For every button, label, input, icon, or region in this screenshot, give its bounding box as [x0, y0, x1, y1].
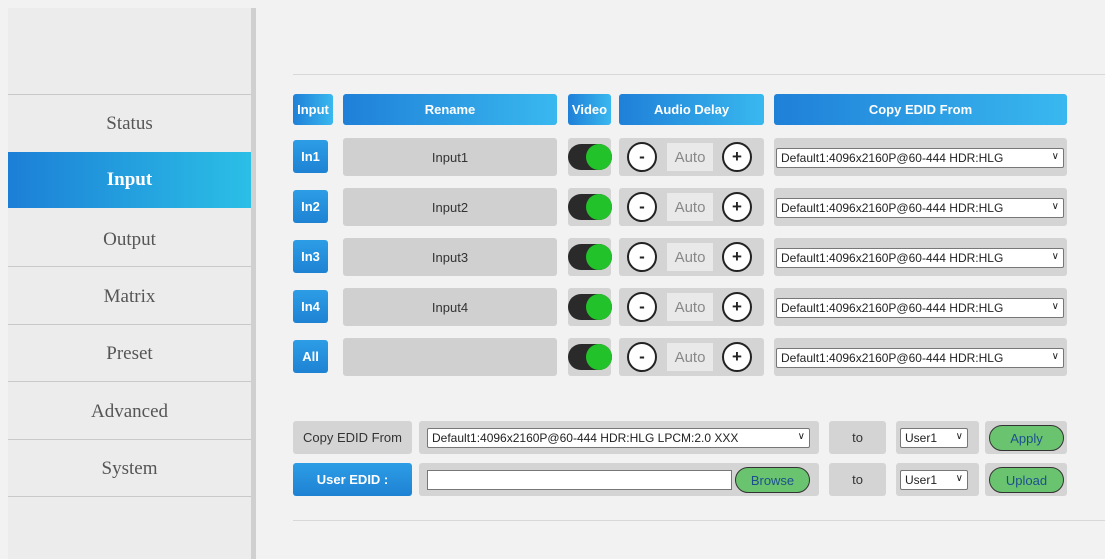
nav-separator — [8, 94, 251, 95]
toggle-knob — [586, 144, 612, 170]
chevron-down-icon: ∨ — [797, 431, 805, 442]
sidebar-item-system[interactable]: System — [8, 441, 251, 497]
toggle-knob — [586, 194, 612, 220]
browse-button[interactable]: Browse — [735, 467, 810, 493]
user-edid-target-select[interactable]: User1 ∨ — [900, 470, 968, 490]
video-toggle[interactable] — [568, 144, 612, 170]
chevron-down-icon: ∨ — [955, 473, 963, 484]
to-label: to — [829, 421, 886, 454]
copy-edid-label: Copy EDID From — [293, 421, 412, 454]
user-edid-label: User EDID : — [293, 463, 412, 496]
user-edid-target-value: User1 — [905, 473, 938, 487]
rename-field[interactable]: Input2 — [343, 188, 557, 226]
chevron-down-icon: ∨ — [1051, 201, 1059, 212]
toggle-knob — [586, 244, 612, 270]
video-toggle[interactable] — [568, 294, 612, 320]
video-toggle[interactable] — [568, 194, 612, 220]
chevron-down-icon: ∨ — [1051, 151, 1059, 162]
delay-decrease-button[interactable]: - — [627, 142, 657, 172]
sidebar-item-advanced[interactable]: Advanced — [8, 384, 251, 440]
sidebar-item-matrix[interactable]: Matrix — [8, 269, 251, 325]
delay-decrease-button[interactable]: - — [627, 242, 657, 272]
delay-increase-button[interactable]: + — [722, 292, 752, 322]
edid-select-value: Default1:4096x2160P@60-444 HDR:HLG — [781, 301, 1004, 315]
delay-value: Auto — [667, 243, 713, 271]
edid-select-value: Default1:4096x2160P@60-444 HDR:HLG — [781, 251, 1004, 265]
sidebar-item-output[interactable]: Output — [8, 212, 251, 268]
rename-field[interactable]: Input4 — [343, 288, 557, 326]
delay-increase-button[interactable]: + — [722, 142, 752, 172]
edid-select[interactable]: Default1:4096x2160P@60-444 HDR:HLG ∨ — [776, 298, 1064, 318]
input-button-in2[interactable]: In2 — [293, 190, 328, 223]
input-button-in4[interactable]: In4 — [293, 290, 328, 323]
sidebar-item-preset[interactable]: Preset — [8, 326, 251, 382]
section-divider — [293, 74, 1105, 75]
chevron-down-icon: ∨ — [1051, 351, 1059, 362]
header-copy-edid: Copy EDID From — [774, 94, 1067, 125]
chevron-down-icon: ∨ — [1051, 251, 1059, 262]
to-label: to — [829, 463, 886, 496]
input-button-in3[interactable]: In3 — [293, 240, 328, 273]
toggle-knob — [586, 344, 612, 370]
edid-select-value: Default1:4096x2160P@60-444 HDR:HLG — [781, 201, 1004, 215]
delay-increase-button[interactable]: + — [722, 342, 752, 372]
copy-edid-source-value: Default1:4096x2160P@60-444 HDR:HLG LPCM:… — [432, 431, 739, 445]
delay-value: Auto — [667, 143, 713, 171]
nav-separator — [8, 496, 251, 497]
delay-value: Auto — [667, 293, 713, 321]
chevron-down-icon: ∨ — [1051, 301, 1059, 312]
delay-decrease-button[interactable]: - — [627, 192, 657, 222]
delay-decrease-button[interactable]: - — [627, 292, 657, 322]
rename-field[interactable]: Input1 — [343, 138, 557, 176]
sidebar-item-input[interactable]: Input — [8, 152, 251, 208]
sidebar-item-status[interactable]: Status — [8, 96, 251, 152]
header-audio-delay: Audio Delay — [619, 94, 764, 125]
toggle-knob — [586, 294, 612, 320]
input-button-all[interactable]: All — [293, 340, 328, 373]
edid-select[interactable]: Default1:4096x2160P@60-444 HDR:HLG ∨ — [776, 248, 1064, 268]
delay-value: Auto — [667, 193, 713, 221]
delay-increase-button[interactable]: + — [722, 242, 752, 272]
header-rename: Rename — [343, 94, 557, 125]
edid-select-value: Default1:4096x2160P@60-444 HDR:HLG — [781, 351, 1004, 365]
copy-edid-target-value: User1 — [905, 431, 938, 445]
section-divider — [293, 520, 1105, 521]
delay-value: Auto — [667, 343, 713, 371]
edid-select[interactable]: Default1:4096x2160P@60-444 HDR:HLG ∨ — [776, 198, 1064, 218]
video-toggle[interactable] — [568, 244, 612, 270]
header-video: Video — [568, 94, 611, 125]
delay-increase-button[interactable]: + — [722, 192, 752, 222]
apply-button[interactable]: Apply — [989, 425, 1064, 451]
rename-field[interactable]: Input3 — [343, 238, 557, 276]
header-input: Input — [293, 94, 333, 125]
edid-select[interactable]: Default1:4096x2160P@60-444 HDR:HLG ∨ — [776, 348, 1064, 368]
upload-button[interactable]: Upload — [989, 467, 1064, 493]
rename-field[interactable] — [343, 338, 557, 376]
user-edid-file-input[interactable] — [427, 470, 732, 490]
input-button-in1[interactable]: In1 — [293, 140, 328, 173]
video-toggle[interactable] — [568, 344, 612, 370]
copy-edid-target-select[interactable]: User1 ∨ — [900, 428, 968, 448]
edid-select-value: Default1:4096x2160P@60-444 HDR:HLG — [781, 151, 1004, 165]
chevron-down-icon: ∨ — [955, 431, 963, 442]
copy-edid-source-select[interactable]: Default1:4096x2160P@60-444 HDR:HLG LPCM:… — [427, 428, 810, 448]
edid-select[interactable]: Default1:4096x2160P@60-444 HDR:HLG ∨ — [776, 148, 1064, 168]
sidebar-divider — [251, 8, 256, 559]
delay-decrease-button[interactable]: - — [627, 342, 657, 372]
